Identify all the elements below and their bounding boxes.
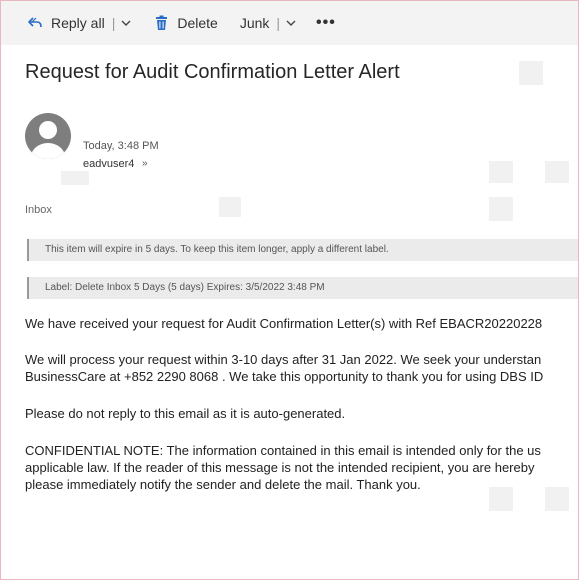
folder-label: Inbox [25,204,52,216]
junk-button[interactable]: Junk [236,9,274,37]
reply-all-label: Reply all [51,15,105,31]
avatar-head-shape [39,121,57,139]
body-paragraph-confidential-line1: CONFIDENTIAL NOTE: The information conta… [25,443,541,458]
message-toolbar: Reply all | Delete Junk | ••• [1,1,578,45]
email-reading-pane: Reply all | Delete Junk | ••• Request fo… [0,0,579,580]
trash-icon [155,15,168,31]
body-paragraph-process-line1: We will process your request within 3-10… [25,352,542,367]
reply-all-button[interactable]: Reply all [23,9,109,37]
reply-all-icon [27,15,43,31]
sender-name[interactable]: eadvuser4 [83,158,134,170]
delete-button[interactable]: Delete [151,9,221,37]
avatar-body-shape [31,143,65,159]
delete-label: Delete [177,15,218,31]
background-artifact [545,161,569,183]
expand-recipients-icon[interactable]: » [142,158,148,169]
body-paragraph-no-reply: Please do not reply to this email as it … [25,406,346,421]
junk-label: Junk [239,15,270,31]
body-paragraph-confidential-line2: applicable law. If the reader of this me… [25,460,535,475]
chevron-down-icon [286,19,296,27]
retention-label-bar: Label: Delete Inbox 5 Days (5 days) Expi… [27,277,578,299]
body-paragraph-received: We have received your request for Audit … [25,316,543,331]
junk-options-dropdown[interactable] [284,9,298,37]
email-subject: Request for Audit Confirmation Letter Al… [25,61,400,83]
background-artifact [489,161,513,183]
reply-options-dropdown[interactable] [119,9,133,37]
body-paragraph-confidential-line3: please immediately notify the sender and… [25,477,421,492]
chevron-down-icon [121,19,131,27]
toolbar-separator: | [111,15,116,31]
body-paragraph-process-line2: BusinessCare at +852 2290 8068 . We take… [25,369,544,384]
sender-avatar[interactable] [25,113,71,159]
more-actions-button[interactable]: ••• [312,9,340,37]
toolbar-separator: | [276,15,281,31]
background-artifact [61,171,89,185]
more-icon: ••• [316,14,336,31]
expiry-notice-bar: This item will expire in 5 days. To keep… [27,239,578,261]
background-artifact [219,197,241,217]
background-artifact [489,197,513,221]
message-date: Today, 3:48 PM [83,140,159,152]
background-artifact [519,61,543,85]
